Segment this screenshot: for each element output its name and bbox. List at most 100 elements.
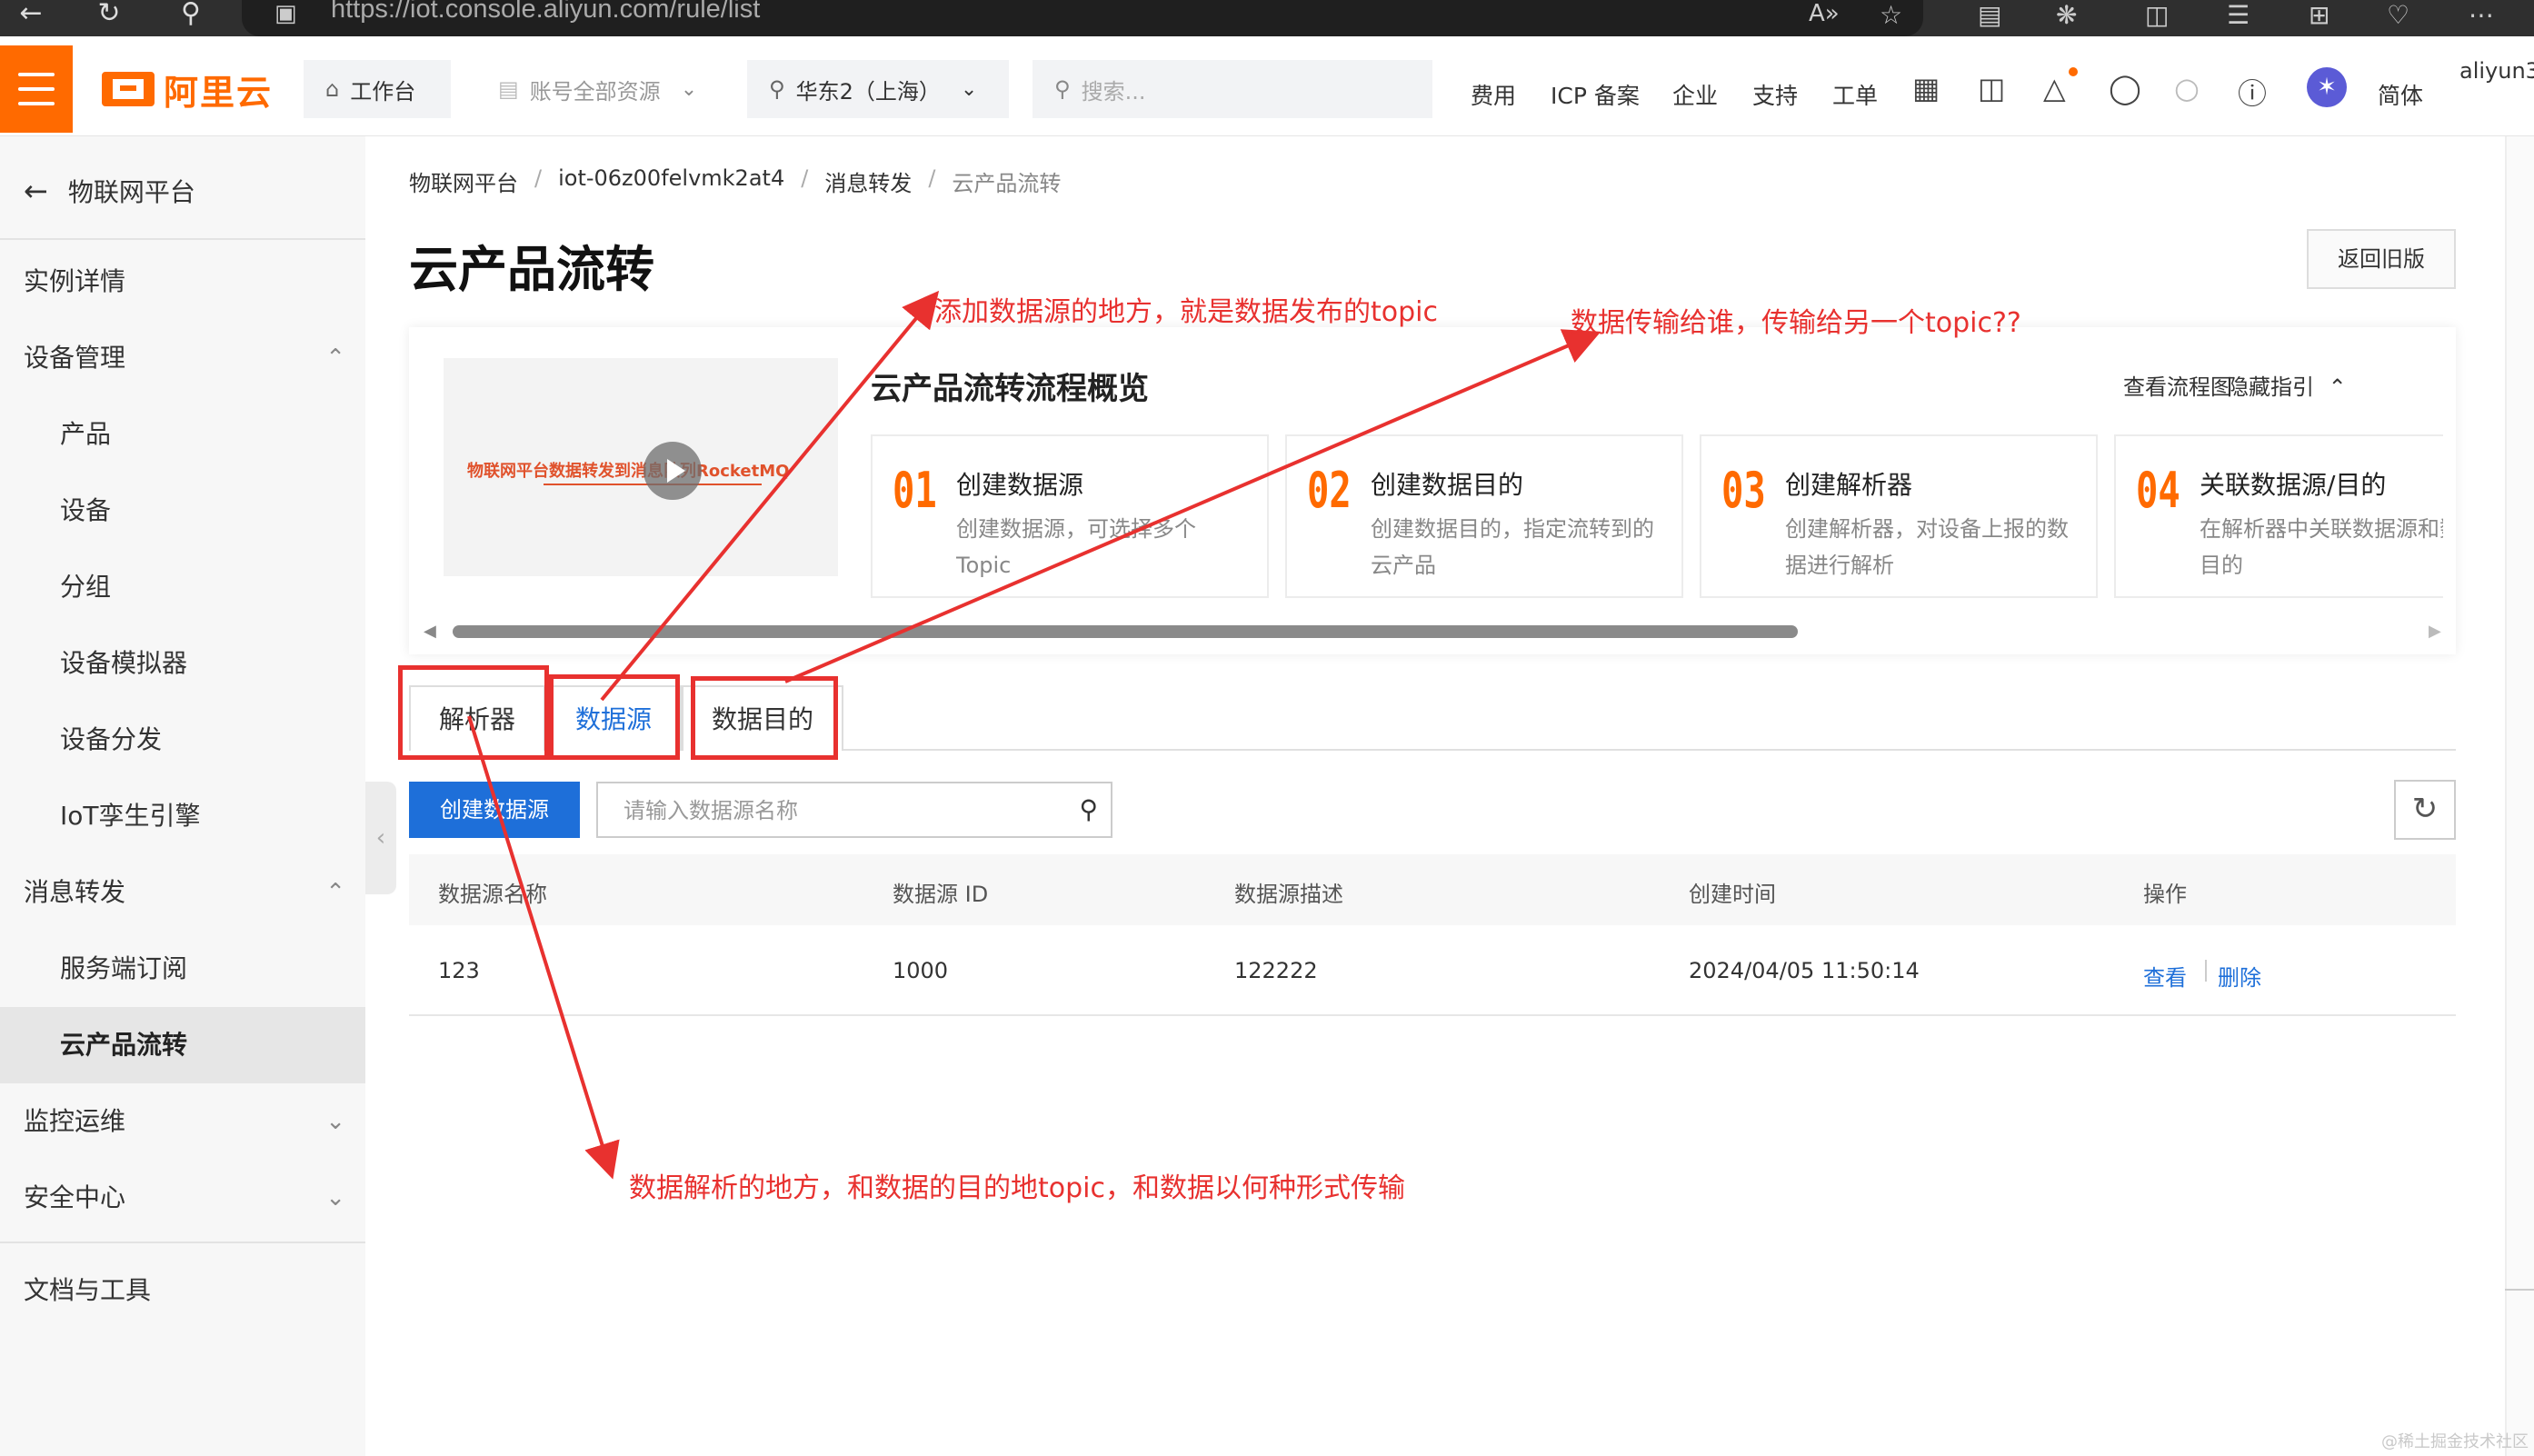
lightbulb-icon[interactable]: ○ [2174, 71, 2200, 105]
view-flowchart-link[interactable]: 查看流程图 [2123, 369, 2232, 401]
breadcrumb-item[interactable]: 消息转发 [824, 165, 912, 197]
sidebar-collapse-handle[interactable]: ‹ [365, 782, 396, 894]
annotation-box-parser [398, 665, 549, 760]
back-arrow-icon[interactable]: ← [13, 0, 49, 31]
annotation-note-parser: 数据解析的地方，和数据的目的地topic，和数据以何种形式传输 [629, 1172, 1405, 1204]
url-text[interactable]: https://iot.console.aliyun.com/rule/list [331, 0, 760, 25]
workbench-button[interactable]: ⌂ 工作台 [304, 60, 451, 118]
lock-icon: ▣ [274, 0, 297, 27]
user-account[interactable]: aliyun38 [2459, 58, 2534, 84]
step-description: 创建数据源，可选择多个 Topic [956, 516, 1196, 578]
bell-icon[interactable]: △ [2043, 71, 2066, 105]
sidebar-item-docs-tools[interactable]: 文档与工具 [0, 1252, 365, 1329]
collections-icon[interactable]: ⊞ [2309, 0, 2329, 31]
reading-view-icon[interactable]: ▤ [1978, 0, 2001, 31]
create-data-source-button[interactable]: 创建数据源 [409, 782, 580, 838]
sidebar-item-message-forwarding[interactable]: 消息转发 ⌃ [0, 854, 365, 931]
sidebar-item-label: 实例详情 [24, 266, 126, 296]
sidebar-item-label: 云产品流转 [60, 1030, 188, 1060]
favorites-list-icon[interactable]: ☰ [2227, 0, 2250, 31]
back-label: 物联网平台 [67, 177, 195, 207]
sidebar-item-label: IoT孪生引擎 [60, 801, 201, 831]
read-aloud-icon[interactable]: A» [1809, 0, 1840, 31]
sidebar-item-iot-twin[interactable]: IoT孪生引擎 [0, 778, 365, 854]
home-icon: ⌂ [325, 76, 340, 102]
table-row: 123 1000 122222 2024/04/05 11:50:14 查看 删… [409, 925, 2456, 1016]
delete-link[interactable]: 删除 [2218, 960, 2261, 992]
more-menu-icon[interactable]: ⋯ [2469, 0, 2494, 31]
cell-name: 123 [438, 958, 480, 983]
return-old-version-button[interactable]: 返回旧版 [2307, 229, 2456, 289]
step-card[interactable]: 01 创建数据源 创建数据源，可选择多个 Topic [871, 434, 1269, 598]
nav-link-enterprise[interactable]: 企业 [1672, 78, 1718, 111]
performance-icon[interactable]: ♡ [2387, 0, 2409, 31]
resources-dropdown[interactable]: ▤ 账号全部资源 ⌄ [476, 60, 723, 118]
cell-id: 1000 [893, 958, 949, 983]
sidebar-item-group[interactable]: 分组 [0, 549, 365, 625]
sidebar-item-device-management[interactable]: 设备管理 ⌃ [0, 320, 365, 396]
breadcrumb-separator: / [801, 165, 809, 191]
breadcrumb-item[interactable]: 物联网平台 [409, 165, 518, 197]
sidebar-item-server-subscription[interactable]: 服务端订阅 [0, 931, 365, 1007]
play-icon[interactable] [643, 442, 702, 500]
chevron-down-icon: ⌄ [325, 1184, 345, 1212]
chevron-down-icon: ⌄ [960, 77, 978, 101]
language-switch[interactable]: 简体 [2378, 78, 2423, 111]
scrollbar-thumb[interactable] [453, 625, 1798, 638]
nav-link-billing[interactable]: 费用 [1471, 78, 1516, 111]
sidebar-item-security-center[interactable]: 安全中心 ⌄ [0, 1160, 365, 1236]
hide-guide-toggle[interactable]: 隐藏指引 ⌃ [2227, 369, 2347, 401]
breadcrumb-item[interactable]: iot-06z00felvmk2at4 [558, 165, 784, 197]
nav-link-icp[interactable]: ICP 备案 [1551, 78, 1640, 111]
nav-link-ticket[interactable]: 工单 [1832, 78, 1878, 111]
notification-dot [2069, 67, 2078, 76]
refresh-button[interactable]: ↻ [2394, 780, 2456, 840]
sidebar-item-product[interactable]: 产品 [0, 396, 365, 473]
sidebar-item-device[interactable]: 设备 [0, 473, 365, 549]
search-icon[interactable]: ⚲ [1079, 794, 1098, 824]
aliyun-logo-icon [102, 72, 155, 106]
sidebar-item-instance-details[interactable]: 实例详情 [0, 244, 365, 320]
scroll-right-arrow-icon[interactable]: ▶ [2429, 622, 2441, 641]
nav-link-support[interactable]: 支持 [1752, 78, 1798, 111]
aliyun-logo[interactable]: 阿里云 [102, 65, 273, 113]
horizontal-scrollbar[interactable]: ◀ ▶ [424, 622, 2441, 641]
scroll-left-arrow-icon[interactable]: ◀ [424, 622, 436, 641]
data-source-search[interactable]: ⚲ [596, 782, 1112, 838]
sidebar-item-label: 设备 [60, 495, 112, 525]
sidebar-item-device-simulator[interactable]: 设备模拟器 [0, 625, 365, 702]
view-link[interactable]: 查看 [2143, 960, 2187, 992]
workbench-label: 工作台 [350, 78, 416, 105]
sidebar-item-cloud-product-flow[interactable]: 云产品流转 [0, 1007, 365, 1083]
tutorial-video[interactable]: 物联网平台数据转发到消息队列RocketMQ [444, 358, 838, 576]
sidebar-item-label: 消息转发 [24, 877, 126, 907]
back-arrow-icon: ← [24, 174, 48, 208]
hamburger-menu-icon[interactable] [0, 45, 73, 133]
extensions-icon[interactable]: ❋ [2056, 0, 2077, 31]
browser-toolbar: ← ↻ ⚲ ▣ https://iot.console.aliyun.com/r… [0, 0, 2534, 36]
assistant-avatar-icon[interactable]: ✶ [2307, 67, 2347, 107]
reload-icon[interactable]: ↻ [91, 0, 127, 31]
step-description: 创建解析器，对设备上报的数 据进行解析 [1785, 516, 2069, 578]
global-search-input[interactable]: ⚲ 搜索... [1033, 60, 1432, 118]
step-card[interactable]: 03 创建解析器 创建解析器，对设备上报的数 据进行解析 [1700, 434, 2098, 598]
data-source-search-input[interactable] [624, 793, 1042, 829]
split-screen-icon[interactable]: ◫ [2145, 0, 2169, 31]
cart-icon[interactable]: ◯ [2109, 71, 2141, 105]
sidebar-item-label: 设备管理 [24, 343, 126, 373]
overview-title: 云产品流转流程概览 [871, 371, 1149, 407]
annotation-box-data-source [549, 674, 680, 760]
sidebar-item-monitoring-ops[interactable]: 监控运维 ⌄ [0, 1083, 365, 1160]
step-card[interactable]: 02 创建数据目的 创建数据目的，指定流转到的 云产品 [1285, 434, 1683, 598]
sidebar-item-device-distribution[interactable]: 设备分发 [0, 702, 365, 778]
search-icon[interactable]: ⚲ [173, 0, 209, 31]
step-card[interactable]: 04 关联数据源/目的 在解析器中关联数据源和数据目的 [2114, 434, 2443, 598]
help-icon[interactable]: ⓘ [2238, 71, 2267, 113]
terminal-icon[interactable]: ◫ [1978, 71, 2005, 105]
back-to-iot-platform[interactable]: ← 物联网平台 [24, 173, 195, 209]
app-icon[interactable]: ▦ [1912, 71, 1940, 105]
region-selector[interactable]: ⚲ 华东2（上海） ⌄ [747, 60, 1009, 118]
sidebar-divider [0, 1242, 365, 1243]
favorite-star-icon[interactable]: ☆ [1880, 0, 1902, 31]
annotation-note-data-source: 添加数据源的地方，就是数据发布的topic [934, 296, 1438, 328]
